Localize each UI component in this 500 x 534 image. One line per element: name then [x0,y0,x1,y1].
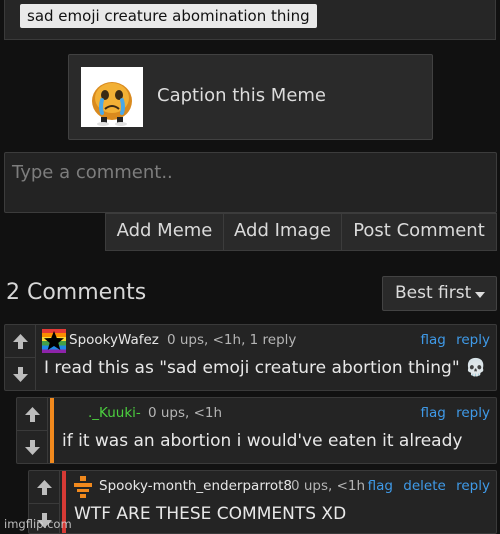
comment-username[interactable]: ._Kuuki- [88,405,141,421]
upvote-button[interactable] [5,325,36,358]
arrow-up-icon [37,480,52,495]
reply-link[interactable]: reply [456,332,490,348]
comment-meta: 0 ups, <1h, 1 reply [167,332,297,348]
comment-actions: flag reply [414,405,490,421]
reply-link[interactable]: reply [456,478,490,494]
comment-username[interactable]: SpookyWafez [69,332,159,348]
upvote-button[interactable] [29,471,60,504]
add-meme-button[interactable]: Add Meme [106,214,224,250]
upvote-button[interactable] [17,398,48,431]
flag-link[interactable]: flag [420,405,445,421]
chevron-down-icon [475,292,485,298]
reply-link[interactable]: reply [456,405,490,421]
comment-text: I read this as "sad emoji creature abort… [44,358,487,378]
flag-link[interactable]: flag [368,478,393,494]
arrow-up-icon [25,407,40,422]
comment-actions: flag delete reply [362,478,490,494]
comment-input[interactable]: Type a comment.. [4,152,497,213]
comments-count-heading: 2 Comments [6,280,147,305]
delete-link[interactable]: delete [403,478,446,494]
reply-depth-stripe [50,398,54,463]
comment-action-bar: Add Meme Add Image Post Comment [105,213,497,251]
black-star-icon [44,331,64,350]
add-image-button[interactable]: Add Image [224,214,342,250]
orange-bars-icon [74,476,92,498]
comment-item: ._Kuuki- 0 ups, <1h flag reply if it was… [16,397,497,464]
comment-input-placeholder: Type a comment.. [12,162,173,183]
comment-item: Spooky-month_enderparrot8 0 ups, <1h fla… [28,470,497,534]
comment-actions: flag reply [414,332,490,348]
avatar[interactable] [71,475,95,499]
imgflip-watermark: imgflip.com [4,517,72,531]
downvote-button[interactable] [5,358,36,391]
post-comment-button[interactable]: Post Comment [342,214,496,250]
crying-emoji-creature-icon [81,67,143,127]
caption-this-meme-button[interactable]: Caption this Meme [68,54,433,140]
downvote-button[interactable] [17,431,48,464]
comment-meta: 0 ups, <1h [291,478,366,494]
arrow-up-icon [13,334,28,349]
arrow-down-icon [25,440,40,455]
comment-text: if it was an abortion i would've eaten i… [62,431,463,451]
avatar[interactable] [42,329,66,353]
comment-item: SpookyWafez 0 ups, <1h, 1 reply flag rep… [4,324,497,391]
comment-username[interactable]: Spooky-month_enderparrot8 [99,478,292,494]
post-tag-panel: sad emoji creature abomination thing [4,0,496,40]
vote-column [17,398,48,463]
comment-text: WTF ARE THESE COMMENTS XD [74,504,347,524]
post-title-tag[interactable]: sad emoji creature abomination thing [20,4,317,28]
sort-select-value: Best first [395,283,472,303]
comment-meta: 0 ups, <1h [148,405,223,421]
sort-select[interactable]: Best first [382,276,497,311]
flag-link[interactable]: flag [420,332,445,348]
vote-column [5,325,36,390]
caption-this-meme-label: Caption this Meme [157,85,327,106]
arrow-down-icon [13,367,28,382]
